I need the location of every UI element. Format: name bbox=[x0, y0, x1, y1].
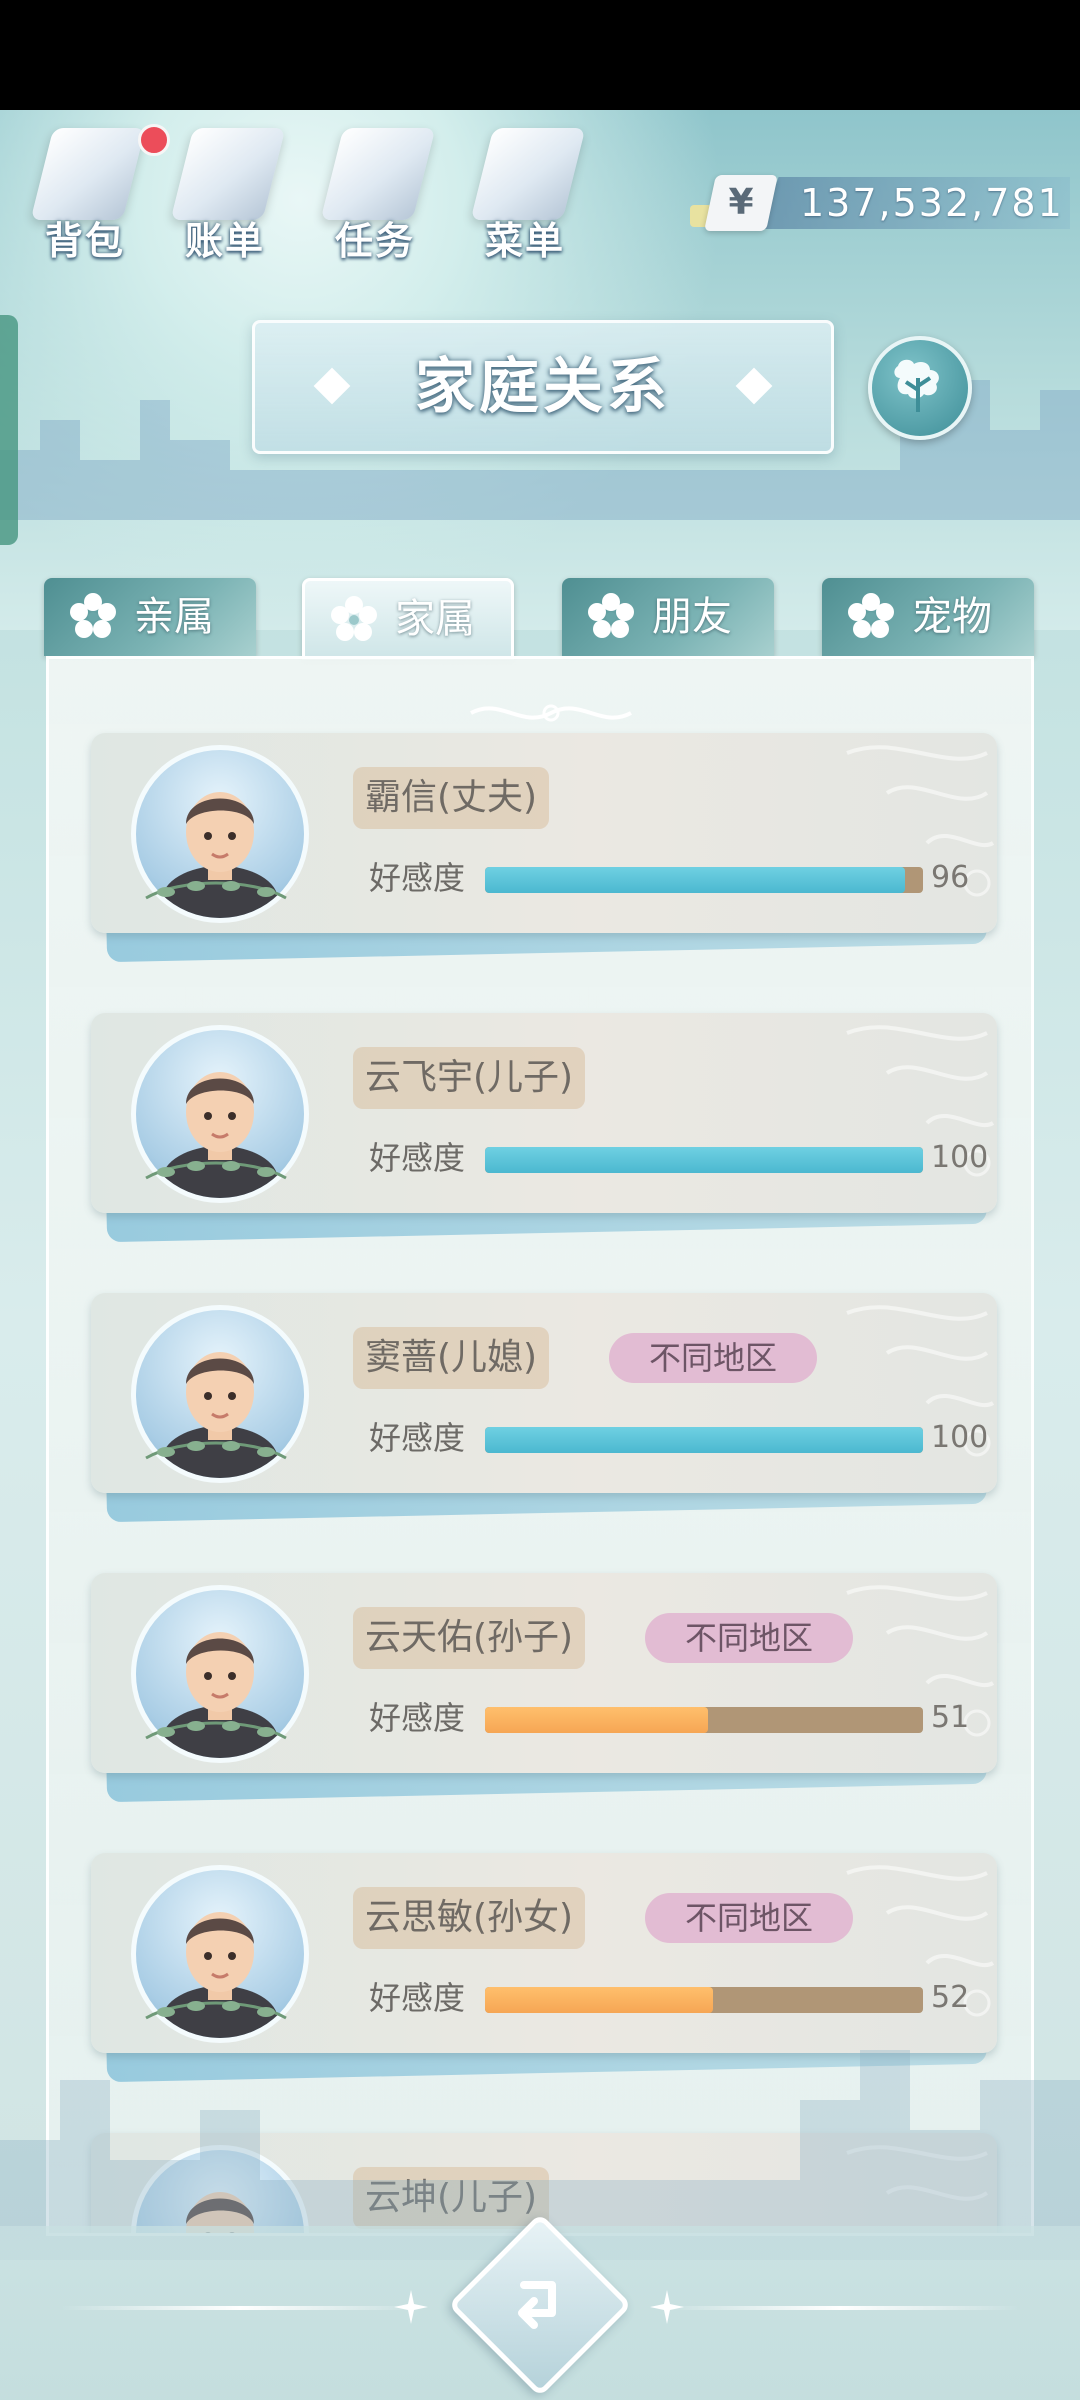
tab-relatives-label: 亲属 bbox=[134, 594, 214, 640]
member-list[interactable]: 霸信(丈夫) 好感度 96 云飞宇(儿子) 好感度 100 窦蔷(儿媳) 不同地区 好感度 100… bbox=[46, 656, 1034, 2236]
tab-pets-label: 宠物 bbox=[912, 594, 992, 640]
status-bar bbox=[0, 0, 1080, 110]
vine-icon bbox=[145, 1721, 287, 1740]
family-tree-icon bbox=[894, 359, 939, 412]
backpack-label: 背包 bbox=[44, 219, 125, 263]
affinity-label: 好感度 bbox=[369, 1979, 466, 2017]
tab-family-label: 家属 bbox=[395, 596, 475, 642]
back-arrow-icon bbox=[518, 2281, 556, 2329]
ornament-icon bbox=[470, 704, 632, 722]
sparkle-icon bbox=[650, 2290, 684, 2324]
title-banner: 家庭关系 bbox=[252, 320, 834, 454]
bill-icon bbox=[170, 128, 286, 220]
family-tree-button[interactable] bbox=[868, 336, 972, 440]
side-drawer-handle[interactable] bbox=[0, 315, 18, 545]
affinity-label: 好感度 bbox=[369, 1699, 466, 1737]
flower-icon bbox=[588, 593, 634, 638]
flower-icon bbox=[848, 593, 894, 638]
region-badge: 不同地区 bbox=[645, 1893, 854, 1943]
vine-icon bbox=[145, 881, 287, 900]
region-badge: 不同地区 bbox=[609, 1333, 818, 1383]
flower-icon bbox=[70, 593, 116, 638]
bill-button[interactable]: 账单 bbox=[160, 118, 290, 268]
affinity-bar bbox=[485, 1707, 923, 1733]
region-badge: 不同地区 bbox=[645, 1613, 854, 1663]
tab-friends-label: 朋友 bbox=[652, 594, 732, 640]
affinity-bar bbox=[485, 1147, 923, 1173]
affinity-value: 51 bbox=[931, 1700, 970, 1735]
affinity-value: 96 bbox=[931, 860, 970, 895]
task-icon bbox=[320, 128, 436, 220]
member-card[interactable]: 窦蔷(儿媳) 不同地区好感度 100 bbox=[91, 1293, 997, 1523]
bottom-line-left bbox=[60, 2306, 420, 2310]
affinity-value: 100 bbox=[931, 1420, 989, 1455]
affinity-fill bbox=[485, 867, 906, 893]
tab-pets[interactable]: 宠物 bbox=[822, 578, 1034, 656]
tab-relatives[interactable]: 亲属 bbox=[44, 578, 256, 656]
affinity-fill bbox=[485, 1707, 709, 1733]
affinity-bar bbox=[485, 1987, 923, 2013]
affinity-fill bbox=[485, 1147, 923, 1173]
member-name: 云飞宇(儿子) bbox=[353, 1047, 586, 1109]
affinity-value: 100 bbox=[931, 1140, 989, 1175]
yen-icon: ¥ bbox=[704, 175, 778, 231]
menu-icon bbox=[470, 128, 586, 220]
affinity-bar bbox=[485, 867, 923, 893]
affinity-fill bbox=[485, 1987, 713, 2013]
member-name: 云思敏(孙女) bbox=[353, 1887, 586, 1949]
member-card[interactable]: 云飞宇(儿子) 好感度 100 bbox=[91, 1013, 997, 1243]
member-name: 窦蔷(儿媳) bbox=[353, 1327, 550, 1389]
member-card[interactable]: 云天佑(孙子) 不同地区好感度 51 bbox=[91, 1573, 997, 1803]
yen-symbol: ¥ bbox=[728, 182, 754, 223]
task-button[interactable]: 任务 bbox=[310, 118, 440, 268]
vine-icon bbox=[145, 1441, 287, 1460]
task-label: 任务 bbox=[334, 219, 415, 263]
affinity-label: 好感度 bbox=[369, 1419, 466, 1457]
tab-family[interactable]: 家属 bbox=[302, 578, 514, 660]
money-amount: 137,532,781 bbox=[800, 181, 1064, 225]
backpack-icon bbox=[30, 128, 146, 220]
money-display: ¥ 137,532,781 bbox=[690, 175, 1070, 231]
backpack-button[interactable]: 背包 bbox=[20, 118, 170, 268]
menu-label: 菜单 bbox=[484, 219, 565, 263]
affinity-label: 好感度 bbox=[369, 859, 466, 897]
bottom-line-right bbox=[660, 2306, 1020, 2310]
member-card[interactable]: 霸信(丈夫) 好感度 96 bbox=[91, 733, 997, 963]
member-name: 云天佑(孙子) bbox=[353, 1607, 586, 1669]
affinity-label: 好感度 bbox=[369, 1139, 466, 1177]
affinity-bar bbox=[485, 1427, 923, 1453]
vine-icon bbox=[145, 1161, 287, 1180]
bill-label: 账单 bbox=[184, 219, 265, 263]
tab-friends[interactable]: 朋友 bbox=[562, 578, 774, 656]
affinity-value: 52 bbox=[931, 1980, 970, 2015]
menu-button[interactable]: 菜单 bbox=[460, 118, 590, 268]
member-name: 霸信(丈夫) bbox=[353, 767, 550, 829]
page-title: 家庭关系 bbox=[415, 352, 671, 422]
sparkle-icon bbox=[394, 2290, 428, 2324]
flower-icon bbox=[331, 596, 377, 641]
affinity-fill bbox=[485, 1427, 923, 1453]
